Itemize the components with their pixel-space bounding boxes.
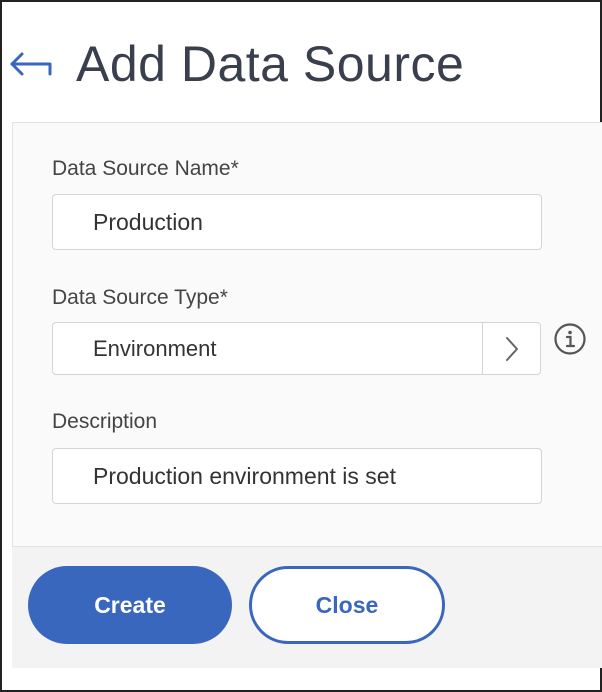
description-value: Production environment is set: [93, 462, 396, 489]
data-source-type-value: Environment: [93, 335, 217, 361]
data-source-name-label: Data Source Name*: [52, 157, 239, 180]
close-button[interactable]: Close: [249, 566, 445, 644]
data-source-name-value: Production: [93, 208, 203, 235]
data-source-type-select[interactable]: Environment: [52, 322, 541, 375]
description-input[interactable]: Production environment is set: [52, 448, 542, 504]
info-circle-icon[interactable]: [553, 322, 587, 356]
page-header: Add Data Source: [8, 24, 588, 104]
create-button[interactable]: Create: [28, 566, 232, 644]
data-source-type-label: Data Source Type*: [52, 286, 228, 309]
page-title: Add Data Source: [76, 36, 465, 92]
description-label: Description: [52, 410, 158, 433]
arrow-left-icon[interactable]: [8, 44, 58, 84]
chevron-right-icon[interactable]: [482, 323, 540, 374]
data-source-name-input[interactable]: Production: [52, 194, 542, 250]
